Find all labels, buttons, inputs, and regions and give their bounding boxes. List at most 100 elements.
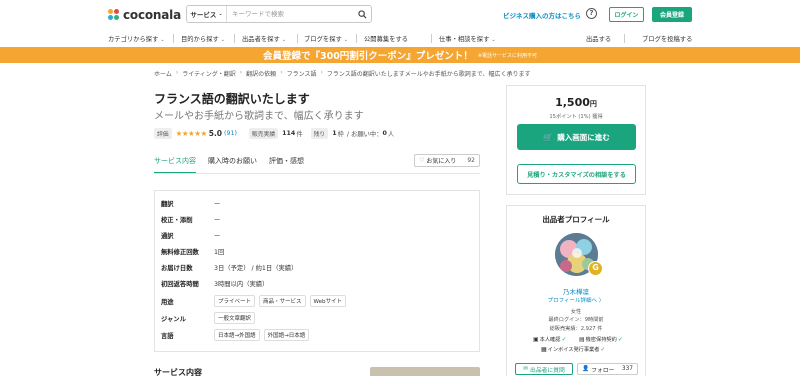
seller-name[interactable]: 乃木樺凜: [507, 286, 645, 296]
rating-tag: 評価: [154, 127, 172, 139]
spec-row: 初回返答時間 3時間以内（実績）: [161, 279, 268, 288]
tabs-divider: [154, 173, 480, 174]
chevron-down-icon: ⌄: [343, 37, 348, 43]
nav-item-jobs[interactable]: 仕事・相談を探す ⌄: [439, 34, 496, 43]
verification-invoice: ▦ インボイス発行事業者 ✓: [541, 346, 605, 353]
price: 1,500円: [507, 96, 645, 109]
buy-label: 購入画面に進む: [557, 132, 610, 142]
main-nav: カテゴリから探す ⌄ 目的から探す ⌄ 出品者を探す ⌄ ブログを探す ⌄ 公開募集をす…: [0, 30, 800, 47]
spec-row: 通訳 ー: [161, 231, 220, 240]
genre-chip: 一般文章翻訳: [214, 312, 256, 324]
proceed-to-purchase-button[interactable]: 🛒 購入画面に進む: [517, 124, 636, 150]
spec-label: 通訳: [161, 233, 174, 240]
breadcrumb-item[interactable]: 翻訳の依頼: [246, 69, 276, 78]
breadcrumb-item[interactable]: フランス語: [287, 69, 317, 78]
nav-item-label: 出品者を探す: [242, 36, 280, 43]
nav-item-label: 公開募集をする: [364, 36, 409, 43]
use-chip: プライベート: [214, 295, 256, 307]
document-icon: ▤: [579, 336, 585, 343]
follow-label: フォロー: [591, 367, 615, 374]
language-chip: 日本語→外国語: [214, 329, 260, 341]
follow-button[interactable]: 👤 フォロー 337: [577, 363, 638, 375]
business-purchase-link[interactable]: ビジネス購入の方はこちら: [503, 10, 581, 20]
favorite-button[interactable]: ♡ お気に入り 92: [414, 154, 480, 167]
spec-value: 3日（予定） / 約1日（実績）: [214, 265, 298, 272]
nav-item-label: 仕事・相談を探す: [439, 36, 490, 43]
nav-divider: [356, 34, 357, 43]
search-input[interactable]: [227, 10, 353, 18]
tab-service-content[interactable]: サービス内容: [154, 150, 196, 174]
chevron-right-icon: ›: [175, 69, 179, 76]
service-tabs: サービス内容 購入時のお願い 評価・感想: [154, 150, 316, 174]
nav-divider: [173, 34, 174, 43]
nav-item-label: ブログを探す: [304, 36, 342, 43]
search-category-select[interactable]: サービス ⌄: [187, 6, 227, 22]
help-icon[interactable]: ?: [586, 8, 597, 19]
spec-label: 校正・添削: [161, 217, 193, 224]
spec-label: 翻訳: [161, 201, 174, 208]
nav-item-blogs[interactable]: ブログを探す ⌄: [304, 34, 348, 43]
last-login: 最終ログイン：9時間前: [548, 317, 604, 323]
remaining-tag: 残り: [310, 127, 329, 139]
site-header: coconala サービス ⌄ ビジネス購入の方はこちら ? ログイン 会員登録: [0, 0, 800, 30]
signup-button[interactable]: 会員登録: [652, 7, 692, 22]
purchase-box: 1,500円 15ポイント (1%) 獲得 🛒 購入画面に進む 見積り・カスタマ…: [506, 85, 646, 195]
spec-label: 初回返答時間: [161, 281, 199, 288]
heart-icon: ♡: [419, 157, 425, 164]
chevron-right-icon: ›: [280, 69, 283, 76]
spec-row: 無料修正回数 1回: [161, 247, 224, 256]
check-icon: ✓: [600, 346, 606, 353]
nav-item-public-request[interactable]: 公開募集をする: [364, 34, 408, 43]
verify-label: 本人確認: [539, 337, 561, 343]
remaining-unit: 枠: [337, 130, 344, 138]
price-unit: 円: [589, 100, 597, 108]
chevron-down-icon: ⌄: [491, 37, 496, 43]
tab-reviews[interactable]: 評価・感想: [269, 150, 304, 174]
spec-value: ー: [214, 217, 221, 224]
message-icon: ✉: [523, 366, 529, 372]
chevron-right-icon: ›: [239, 69, 243, 76]
chevron-down-icon: ⌄: [281, 37, 286, 43]
breadcrumb-item[interactable]: ホーム: [154, 69, 172, 78]
signup-coupon-banner[interactable]: 会員登録で『300円割引クーポン』プレゼント！ ※電話サービスに利用不可: [0, 47, 800, 63]
search-button[interactable]: [353, 6, 371, 22]
tab-purchase-notes[interactable]: 購入時のお願い: [208, 150, 257, 174]
remaining-value: 1: [332, 129, 337, 137]
nav-item-categories[interactable]: カテゴリから探す ⌄: [108, 34, 165, 43]
breadcrumb: ホーム › ライティング・翻訳 › 翻訳の依頼 › フランス語 › フランス語の翻訳いた…: [154, 69, 535, 78]
nav-item-sellers[interactable]: 出品者を探す ⌄: [242, 34, 286, 43]
quote-customize-button[interactable]: 見積り・カスタマイズの相談をする: [517, 164, 636, 184]
chevron-right-icon: ›: [320, 69, 323, 76]
breadcrumb-item[interactable]: ライティング・翻訳: [182, 69, 236, 78]
spec-row: お届け日数 3日（予定） / 約1日（実績）: [161, 263, 297, 272]
nav-item-label: 目的から探す: [181, 36, 219, 43]
nav-item-sell[interactable]: 出品する: [586, 34, 611, 43]
profile-heading: 出品者プロフィール: [542, 215, 610, 224]
sales-tag: 販売実績: [248, 127, 279, 139]
in-progress-value: 0: [382, 129, 387, 137]
sales-value: 114: [282, 129, 296, 137]
profile-detail-link[interactable]: プロフィール詳細へ 〉: [507, 296, 645, 304]
language-chip: 外国語→日本語: [263, 329, 310, 341]
total-sales: 総販売実績：2,927 件: [549, 326, 603, 332]
spec-value: 3時間以内（実績）: [214, 281, 269, 288]
star-rating-icon: ★★★★★: [175, 128, 208, 138]
in-progress-unit: 人: [387, 130, 395, 138]
login-button[interactable]: ログイン: [609, 7, 644, 22]
nav-item-post-blog[interactable]: ブログを投稿する: [642, 34, 692, 43]
verify-label: インボイス発行事業者: [547, 347, 600, 353]
nav-divider: [297, 34, 298, 43]
logo[interactable]: coconala: [108, 7, 181, 23]
spec-value: 1回: [214, 249, 225, 256]
gold-rank-badge-icon: G: [588, 261, 603, 276]
rating-count-link[interactable]: (91): [224, 130, 237, 137]
search-bar: サービス ⌄: [186, 5, 372, 23]
check-icon: ✓: [617, 336, 623, 343]
ask-seller-button[interactable]: ✉ 出品者に質問: [515, 363, 573, 375]
search-icon: [357, 9, 367, 19]
nav-divider: [624, 34, 625, 43]
nav-item-purpose[interactable]: 目的から探す ⌄: [181, 34, 225, 43]
check-icon: ✓: [561, 336, 567, 343]
section-heading: サービス内容: [154, 368, 202, 376]
logo-mark-icon: [108, 9, 120, 21]
